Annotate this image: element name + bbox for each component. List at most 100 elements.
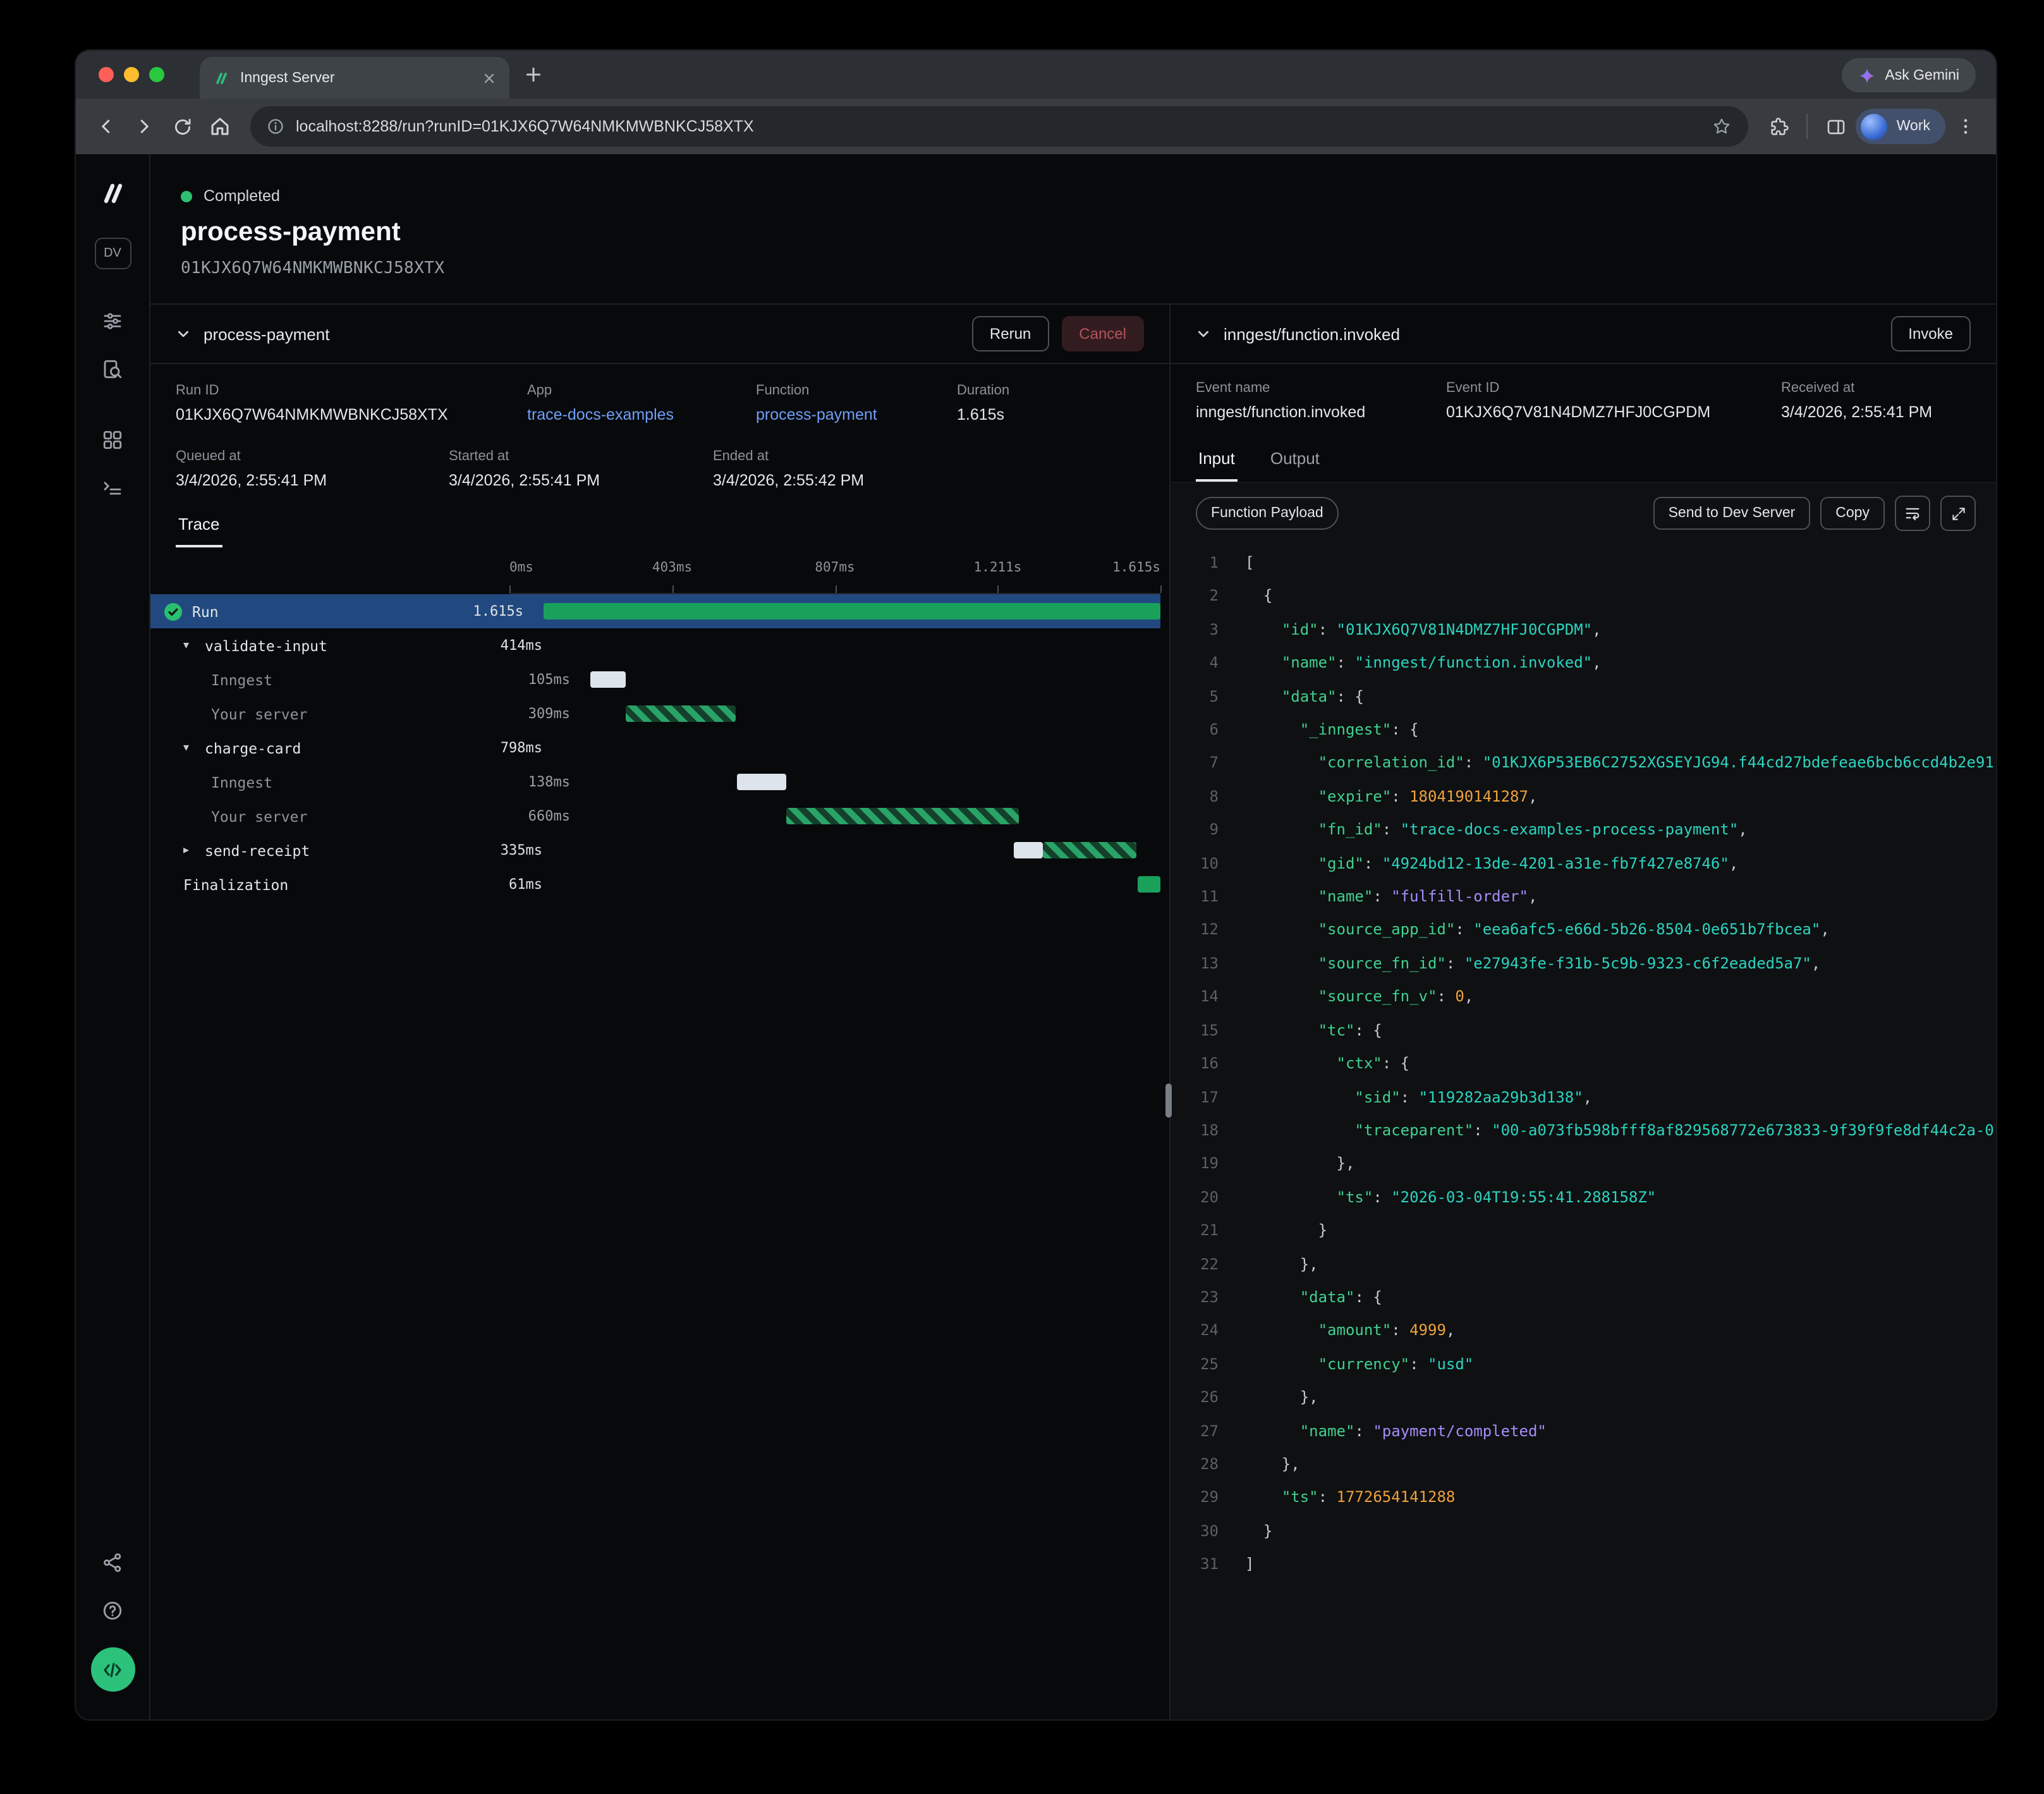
app-link[interactable]: trace-docs-examples — [527, 406, 756, 424]
run-search-icon[interactable] — [94, 350, 131, 388]
chevron-down-icon[interactable] — [1196, 326, 1211, 341]
word-wrap-icon[interactable] — [1895, 496, 1930, 531]
trace-row[interactable]: Finalization61ms — [150, 867, 1160, 901]
line-number: 18 — [1186, 1114, 1219, 1147]
inngest-favicon-icon — [212, 69, 230, 87]
chevron-down-icon[interactable]: ▾ — [183, 638, 195, 652]
chevron-down-icon[interactable] — [176, 326, 191, 341]
code-line: 6 "_inngest": { — [1171, 713, 1996, 747]
reload-button[interactable] — [164, 109, 200, 144]
functions-icon[interactable] — [94, 469, 131, 507]
event-name-value: inngest/function.invoked — [1196, 403, 1446, 421]
line-number: 17 — [1186, 1080, 1219, 1114]
tab-trace[interactable]: Trace — [176, 507, 222, 547]
trace-row-lane — [563, 731, 1160, 765]
code-line: 21 } — [1171, 1214, 1996, 1247]
close-tab-icon[interactable] — [482, 70, 497, 85]
extensions-icon[interactable] — [1761, 109, 1797, 144]
axis-tick — [509, 585, 511, 593]
cancel-button[interactable]: Cancel — [1061, 316, 1144, 351]
run-header: Completed process-payment 01KJX6Q7W64NMK… — [150, 154, 1996, 305]
trace-row[interactable]: ▸send-receipt335ms — [150, 833, 1160, 867]
meta-label: Duration — [957, 383, 1144, 398]
run-id: 01KJX6Q7W64NMKMWBNKCJ58XTX — [181, 259, 1966, 278]
inngest-logo-icon[interactable] — [94, 174, 131, 212]
tab-input[interactable]: Input — [1196, 441, 1238, 482]
line-number: 6 — [1186, 713, 1219, 747]
trace-row-name: Finalization — [183, 876, 288, 893]
workspace-badge[interactable]: DV — [94, 238, 131, 269]
help-icon[interactable] — [94, 1592, 131, 1630]
code-line: 23 "data": { — [1171, 1281, 1996, 1314]
trace-row-duration: 309ms — [471, 705, 590, 722]
line-number: 26 — [1186, 1381, 1219, 1414]
browser-tab[interactable]: Inngest Server — [200, 57, 509, 99]
back-button[interactable] — [88, 109, 124, 144]
filter-icon[interactable] — [94, 302, 131, 340]
trace-row[interactable]: Your server660ms — [150, 799, 1160, 833]
tab-title: Inngest Server — [240, 70, 471, 85]
send-to-dev-server-button[interactable]: Send to Dev Server — [1653, 497, 1811, 530]
bookmark-star-icon[interactable] — [1712, 116, 1732, 137]
trace-row[interactable]: ▾validate-input414ms — [150, 628, 1160, 662]
tab-output[interactable]: Output — [1268, 441, 1322, 482]
line-number: 11 — [1186, 880, 1219, 913]
code-line: 27 "name": "payment/completed" — [1171, 1414, 1996, 1448]
forward-button[interactable] — [126, 109, 162, 144]
url-text[interactable]: localhost:8288/run?runID=01KJX6Q7W64NMKM… — [296, 118, 1701, 135]
trace-row[interactable]: Your server309ms — [150, 697, 1160, 731]
line-number: 28 — [1186, 1448, 1219, 1481]
url-bar[interactable]: localhost:8288/run?runID=01KJX6Q7W64NMKM… — [250, 106, 1749, 147]
apps-icon[interactable] — [94, 421, 131, 459]
dev-tools-button[interactable] — [90, 1647, 135, 1692]
line-number: 29 — [1186, 1481, 1219, 1515]
code-line: 19 }, — [1171, 1147, 1996, 1181]
minimize-window-button[interactable] — [124, 67, 139, 82]
code-line: 16 "ctx": { — [1171, 1047, 1996, 1080]
trace-row-lane — [563, 833, 1160, 867]
new-tab-button[interactable] — [525, 66, 542, 90]
rerun-button[interactable]: Rerun — [972, 316, 1049, 351]
panel-resize-handle[interactable] — [1165, 1083, 1172, 1118]
event-meta: Event nameinngest/function.invoked Event… — [1171, 364, 1996, 439]
chevron-right-icon[interactable]: ▸ — [183, 843, 195, 857]
line-number: 16 — [1186, 1047, 1219, 1080]
function-payload-pill[interactable]: Function Payload — [1196, 497, 1339, 530]
maximize-window-button[interactable] — [149, 67, 164, 82]
trace-row-lane — [590, 799, 1160, 833]
line-number: 30 — [1186, 1515, 1219, 1548]
share-icon[interactable] — [94, 1544, 131, 1582]
trace-row[interactable]: ▾charge-card798ms — [150, 731, 1160, 765]
line-number: 12 — [1186, 913, 1219, 947]
meta-label: Received at — [1781, 381, 1971, 396]
trace-row[interactable]: Inngest138ms — [150, 765, 1160, 799]
profile-chip[interactable]: Work — [1856, 109, 1945, 144]
trace-row[interactable]: Inngest105ms — [150, 662, 1160, 697]
meta-label: Ended at — [713, 449, 1144, 464]
chevron-down-icon[interactable]: ▾ — [183, 741, 195, 755]
expand-icon[interactable] — [1940, 496, 1976, 531]
browser-menu-icon[interactable] — [1948, 109, 1983, 144]
invoke-button[interactable]: Invoke — [1890, 316, 1971, 351]
axis-label: 0ms — [509, 560, 533, 575]
trace-row[interactable]: Run1.615s — [150, 594, 1160, 628]
line-number: 23 — [1186, 1281, 1219, 1314]
received-at-value: 3/4/2026, 2:55:41 PM — [1781, 403, 1971, 421]
ask-gemini-button[interactable]: Ask Gemini — [1842, 58, 1976, 92]
inngest-app: DV — [76, 154, 1996, 1719]
line-number: 24 — [1186, 1314, 1219, 1348]
payload-viewer: Function Payload Send to Dev Server Copy… — [1171, 483, 1996, 1719]
home-button[interactable] — [202, 109, 238, 144]
trace-row-name: charge-card — [205, 739, 301, 757]
line-number: 25 — [1186, 1348, 1219, 1381]
site-info-icon[interactable] — [267, 118, 284, 135]
axis-tick — [998, 585, 999, 593]
event-section-title: inngest/function.invoked — [1224, 324, 1400, 343]
run-status: Completed — [204, 187, 280, 205]
line-number: 14 — [1186, 980, 1219, 1014]
copy-button[interactable]: Copy — [1820, 497, 1885, 530]
side-panel-icon[interactable] — [1818, 109, 1854, 144]
payload-code: 1[2 {3 "id": "01KJX6Q7V81N4DMZ7HFJ0CGPDM… — [1171, 541, 1996, 1719]
close-window-button[interactable] — [99, 67, 114, 82]
function-link[interactable]: process-payment — [756, 406, 957, 424]
